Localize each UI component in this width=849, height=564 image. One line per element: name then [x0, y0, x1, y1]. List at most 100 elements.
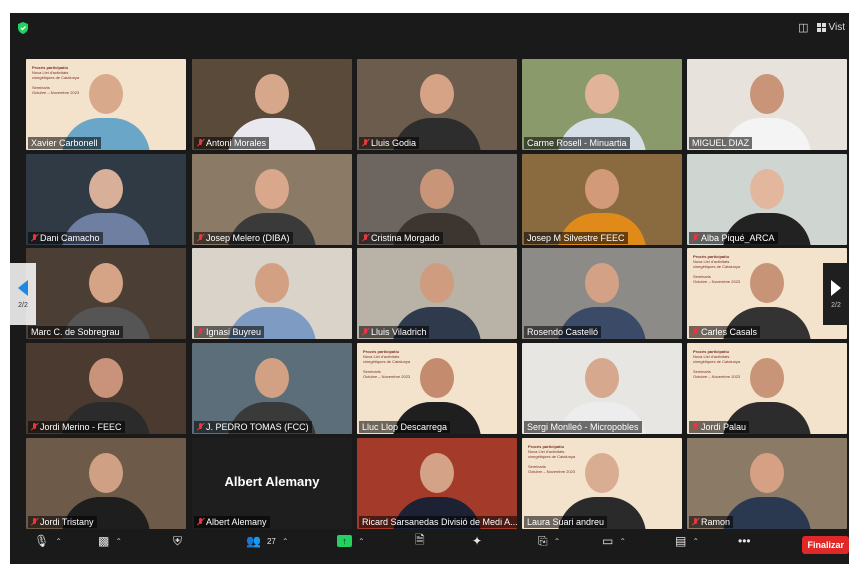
participant-tile[interactable]: Marc C. de Sobregrau: [26, 248, 186, 339]
participant-tile[interactable]: MIGUEL DIAZ: [687, 59, 847, 150]
participant-head: [585, 74, 619, 114]
view-label: Vist: [828, 22, 846, 33]
participant-tile[interactable]: Josep M Silvestre FEEC: [522, 154, 682, 245]
participant-tile[interactable]: Josep Melero (DIBA): [192, 154, 352, 245]
participant-tile[interactable]: Sergi Monlleó - Micropobles: [522, 343, 682, 434]
summary-button[interactable]: 🗎: [415, 533, 425, 549]
more-dots-icon: •••: [738, 534, 751, 548]
meeting-toolbar: 🎙⌃ ▩⌃ ⛨ 👥27⌃ ↑⌃ 🗎 ✦ ⎘⌃ ▭⌃ ▤⌃ •••: [10, 530, 849, 564]
chevron-up-icon[interactable]: ⌃: [115, 537, 122, 546]
participant-name: Josep M Silvestre FEEC: [527, 233, 625, 243]
participant-tile[interactable]: Dani Camacho: [26, 154, 186, 245]
participant-tile[interactable]: Procés participatiu Nova Llei d'activitat…: [687, 343, 847, 434]
participant-tile[interactable]: Carme Rosell - Minuartia: [522, 59, 682, 150]
participant-tile[interactable]: Ricard Sarsanedas Divisió de Medi A...: [357, 438, 517, 529]
participant-name: Sergi Monlleó - Micropobles: [527, 422, 639, 432]
apps-button[interactable]: ▭ ⌃: [602, 533, 626, 549]
participant-head: [750, 358, 784, 398]
sparkle-icon: ✦: [472, 534, 483, 548]
chevron-up-icon[interactable]: ⌃: [692, 537, 699, 546]
chevron-up-icon[interactable]: ⌃: [282, 537, 289, 546]
participant-name-label: MIGUEL DIAZ: [689, 137, 753, 149]
muted-microphone-icon: [31, 518, 38, 526]
participant-tile[interactable]: Procés participatiu Nova Llei d'activitat…: [26, 59, 186, 150]
end-meeting-button[interactable]: Finalizar: [802, 536, 849, 554]
notes-button[interactable]: ▤ ⌃: [675, 533, 699, 549]
participant-tile[interactable]: Albert Alemany Albert Alemany: [192, 438, 352, 529]
participant-body: [723, 497, 811, 529]
participant-name-label: Lluc Llop Descarrega: [359, 421, 451, 433]
muted-microphone-icon: [692, 518, 699, 526]
video-button[interactable]: ▩ ⌃: [98, 533, 122, 549]
participant-name-label: Laura Suari andreu: [524, 516, 608, 528]
share-screen-button[interactable]: ↑ ⌃: [337, 533, 365, 549]
participant-tile[interactable]: Lluis Godia: [357, 59, 517, 150]
participant-tile[interactable]: Antoni Morales: [192, 59, 352, 150]
participant-name-label: Dani Camacho: [28, 232, 103, 244]
participant-name-label: Antoni Morales: [194, 137, 270, 149]
participant-tile[interactable]: Ramon: [687, 438, 847, 529]
participant-tile[interactable]: Jordi Tristany: [26, 438, 186, 529]
participant-tile[interactable]: Jordi Merino - FEEC: [26, 343, 186, 434]
participant-head: [89, 358, 123, 398]
chevron-up-icon[interactable]: ⌃: [619, 537, 626, 546]
muted-microphone-icon: [197, 234, 204, 242]
participant-head: [420, 263, 454, 303]
participant-name: Rosendo Castelló: [527, 327, 599, 337]
ai-companion-button[interactable]: ✦: [472, 533, 482, 549]
participant-head: [750, 263, 784, 303]
participant-head: [585, 263, 619, 303]
grid-view-icon: [816, 23, 826, 32]
immersive-icon[interactable]: ◫: [798, 21, 808, 34]
security-shield-icon[interactable]: [16, 21, 30, 35]
participant-name-label: Ramon: [689, 516, 734, 528]
view-button[interactable]: Vist: [816, 22, 846, 33]
participant-tile[interactable]: Alba Piqué_ARCA: [687, 154, 847, 245]
muted-microphone-icon: [197, 328, 204, 336]
chevron-up-icon[interactable]: ⌃: [55, 537, 62, 546]
participant-tile[interactable]: Ignasi Buyreu: [192, 248, 352, 339]
previous-page-button[interactable]: 2/2: [10, 263, 36, 325]
participant-name-label: Rosendo Castelló: [524, 326, 602, 338]
more-button[interactable]: •••: [738, 533, 751, 549]
participant-tile[interactable]: Procés participatiu Nova Llei d'activitat…: [522, 438, 682, 529]
participant-name: Jordi Tristany: [40, 517, 94, 527]
participant-name: Albert Alemany: [206, 517, 267, 527]
participant-name: Lluis Viladrich: [371, 327, 427, 337]
participant-head: [255, 263, 289, 303]
participant-name-label: Alba Piqué_ARCA: [689, 232, 778, 244]
participant-tile[interactable]: J. PEDRO TOMAS (FCC): [192, 343, 352, 434]
participant-name: Ramon: [701, 517, 731, 527]
participant-name-label: Josep M Silvestre FEEC: [524, 232, 628, 244]
participant-head: [255, 74, 289, 114]
zoom-meeting-window: ◫ Vist Procés participatiu Nova Llei d'ac…: [10, 13, 849, 564]
participant-name-label: Jordi Tristany: [28, 516, 97, 528]
participant-name: Ignasi Buyreu: [206, 327, 262, 337]
muted-microphone-icon: [197, 423, 204, 431]
chevron-up-icon[interactable]: ⌃: [554, 537, 561, 546]
participant-name-label: Lluis Viladrich: [359, 326, 430, 338]
participant-tile[interactable]: Procés participatiu Nova Llei d'activitat…: [357, 343, 517, 434]
mute-button[interactable]: 🎙 ⌃: [34, 533, 62, 549]
participants-button[interactable]: 👥 27 ⌃: [246, 533, 289, 549]
participant-name-label: Jordi Merino - FEEC: [28, 421, 125, 433]
security-button[interactable]: ⛨: [173, 533, 182, 549]
participant-head: [420, 358, 454, 398]
participant-tile[interactable]: Lluis Viladrich: [357, 248, 517, 339]
participant-head: [89, 74, 123, 114]
participant-name: Josep Melero (DIBA): [206, 233, 290, 243]
participant-tile[interactable]: Rosendo Castelló: [522, 248, 682, 339]
participant-name: Jordi Palau: [701, 422, 747, 432]
muted-microphone-icon: [31, 234, 38, 242]
participant-name: Marc C. de Sobregrau: [31, 327, 120, 337]
captions-button[interactable]: ⎘ ⌃: [538, 533, 560, 549]
chevron-up-icon[interactable]: ⌃: [358, 537, 365, 546]
next-page-button[interactable]: 2/2: [823, 263, 849, 325]
participant-tile[interactable]: Cristina Morgado: [357, 154, 517, 245]
arrow-left-icon: [18, 279, 28, 296]
participant-name-label: Ricard Sarsanedas Divisió de Medi A...: [359, 516, 517, 528]
arrow-right-icon: [831, 279, 841, 296]
participant-name-label: Ignasi Buyreu: [194, 326, 265, 338]
participants-icon: 👥: [246, 534, 261, 548]
muted-microphone-icon: [692, 423, 699, 431]
